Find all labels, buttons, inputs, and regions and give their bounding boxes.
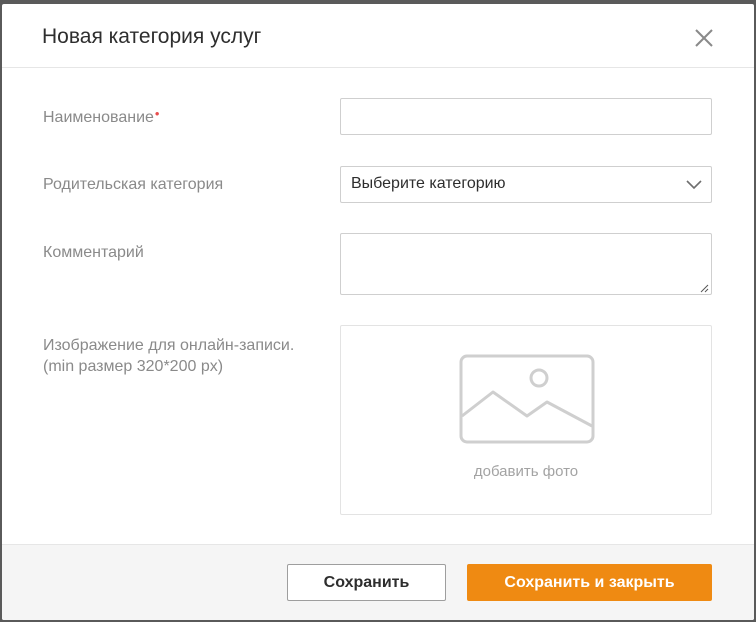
dialog-title: Новая категория услуг — [42, 25, 262, 48]
resize-handle-icon[interactable] — [699, 283, 709, 293]
name-label-text: Наименование — [43, 109, 154, 126]
required-mark: • — [154, 106, 160, 121]
dialog-footer: Сохранить Сохранить и закрыть — [2, 544, 754, 620]
comment-textarea[interactable] — [340, 233, 712, 295]
close-icon — [695, 29, 713, 47]
add-photo-area[interactable]: добавить фото — [340, 325, 712, 515]
new-service-category-dialog: Новая категория услуг Наименование• Роди… — [2, 4, 754, 620]
close-button[interactable] — [688, 22, 720, 54]
image-label-line2: (min размер 320*200 px) — [43, 358, 224, 375]
dialog-header: Новая категория услуг — [2, 4, 754, 68]
image-placeholder-icon — [459, 354, 595, 444]
image-label-line1: Изображение для онлайн-записи. — [43, 337, 295, 354]
parent-category-select[interactable]: Выберите категорию — [340, 166, 712, 203]
parent-category-selected: Выберите категорию — [351, 175, 506, 192]
save-button[interactable]: Сохранить — [287, 564, 446, 601]
name-input[interactable] — [340, 98, 712, 135]
parent-category-label: Родительская категория — [43, 176, 224, 193]
chevron-down-icon — [686, 180, 702, 190]
name-label: Наименование• — [43, 106, 160, 128]
save-and-close-button[interactable]: Сохранить и закрыть — [467, 564, 712, 601]
comment-label: Комментарий — [43, 244, 144, 261]
add-photo-caption: добавить фото — [473, 463, 579, 480]
